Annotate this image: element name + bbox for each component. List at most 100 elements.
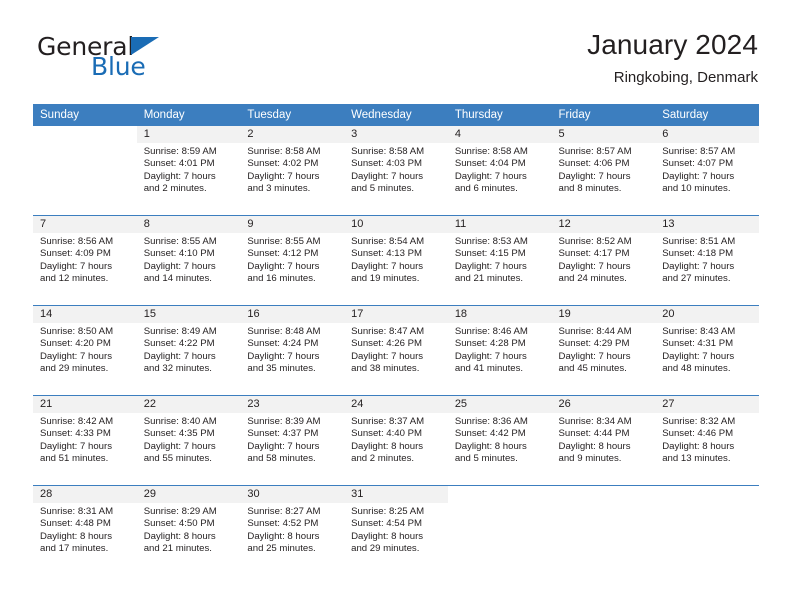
calendar-day-cell[interactable]: 30 Sunrise: 8:27 AM Sunset: 4:52 PM Dayligh… [240, 485, 345, 575]
day-cell-content [33, 126, 137, 215]
daylight-text: Daylight: 7 hours and 38 minutes. [351, 350, 424, 374]
calendar-day-cell[interactable]: 14 Sunrise: 8:50 AM Sunset: 4:20 PM Dayligh… [33, 305, 137, 396]
day-number: 13 [655, 216, 759, 233]
calendar-day-cell[interactable]: 3 Sunrise: 8:58 AM Sunset: 4:03 PM Daylight… [344, 126, 448, 216]
calendar-day-cell[interactable]: 16 Sunrise: 8:48 AM Sunset: 4:24 PM Dayligh… [240, 305, 345, 396]
day-cell-content: 27 Sunrise: 8:32 AM Sunset: 4:46 PM Dayligh… [655, 396, 759, 485]
day-cell-content: 6 Sunrise: 8:57 AM Sunset: 4:07 PM Daylight… [655, 126, 759, 215]
calendar-day-cell[interactable]: 12 Sunrise: 8:52 AM Sunset: 4:17 PM Dayligh… [551, 215, 656, 306]
day-cell-content: 13 Sunrise: 8:51 AM Sunset: 4:18 PM Dayligh… [655, 216, 759, 305]
calendar-day-cell[interactable]: 9 Sunrise: 8:55 AM Sunset: 4:12 PM Daylight… [240, 215, 345, 306]
calendar-day-cell[interactable]: 2 Sunrise: 8:58 AM Sunset: 4:02 PM Daylight… [240, 126, 345, 216]
calendar-day-cell[interactable]: 22 Sunrise: 8:40 AM Sunset: 4:35 PM Dayligh… [136, 395, 241, 486]
sunset-text: Sunset: 4:02 PM [247, 158, 319, 170]
daylight-text: Daylight: 7 hours and 27 minutes. [662, 260, 735, 284]
sunrise-text: Sunrise: 8:47 AM [351, 326, 425, 337]
sunset-text: Sunset: 4:42 PM [454, 428, 526, 440]
sunset-text: Sunset: 4:31 PM [662, 338, 734, 350]
daylight-text: Daylight: 7 hours and 35 minutes. [247, 350, 320, 374]
calendar-day-cell[interactable]: 5 Sunrise: 8:57 AM Sunset: 4:06 PM Daylight… [551, 126, 656, 216]
sunset-text: Sunset: 4:54 PM [351, 518, 423, 530]
sunset-text: Sunset: 4:04 PM [454, 158, 526, 170]
sunset-text: Sunset: 4:22 PM [143, 338, 215, 350]
calendar-day-cell[interactable]: 13 Sunrise: 8:51 AM Sunset: 4:18 PM Dayligh… [655, 215, 759, 306]
day-number: 5 [551, 126, 656, 143]
calendar-day-cell[interactable]: 23 Sunrise: 8:39 AM Sunset: 4:37 PM Dayligh… [240, 395, 345, 486]
day-number: 31 [344, 486, 448, 503]
general-blue-logo[interactable]: General Blue [33, 34, 263, 90]
calendar-day-cell[interactable]: 24 Sunrise: 8:37 AM Sunset: 4:40 PM Dayligh… [344, 395, 448, 486]
sunrise-text: Sunrise: 8:36 AM [454, 416, 528, 427]
sunset-text: Sunset: 4:29 PM [558, 338, 630, 350]
calendar-day-cell[interactable]: 19 Sunrise: 8:44 AM Sunset: 4:29 PM Dayligh… [551, 305, 656, 396]
calendar-day-cell[interactable]: 20 Sunrise: 8:43 AM Sunset: 4:31 PM Dayligh… [655, 305, 759, 396]
weekday-header-sunday: Sunday [33, 104, 137, 126]
day-cell-content: 4 Sunrise: 8:58 AM Sunset: 4:04 PM Daylight… [447, 126, 552, 215]
calendar-day-cell[interactable]: 1 Sunrise: 8:59 AM Sunset: 4:01 PM Daylight… [136, 126, 241, 216]
sunset-text: Sunset: 4:44 PM [558, 428, 630, 440]
calendar-day-cell[interactable]: 29 Sunrise: 8:29 AM Sunset: 4:50 PM Dayligh… [136, 485, 241, 575]
day-number: 10 [344, 216, 448, 233]
sunrise-text: Sunrise: 8:37 AM [351, 416, 425, 427]
sunset-text: Sunset: 4:20 PM [40, 338, 111, 350]
day-number: 26 [551, 396, 656, 413]
day-number [655, 486, 759, 503]
calendar-day-cell[interactable]: 31 Sunrise: 8:25 AM Sunset: 4:54 PM Dayligh… [344, 485, 448, 575]
calendar-day-cell[interactable]: 10 Sunrise: 8:54 AM Sunset: 4:13 PM Dayligh… [344, 215, 448, 306]
daylight-text: Daylight: 7 hours and 12 minutes. [40, 260, 112, 284]
title-block: January 2024 Ringkobing, Denmark [587, 28, 758, 88]
weekday-header-monday: Monday [136, 104, 241, 126]
calendar-day-cell[interactable]: 27 Sunrise: 8:32 AM Sunset: 4:46 PM Dayligh… [655, 395, 759, 486]
day-number: 2 [240, 126, 345, 143]
sunset-text: Sunset: 4:35 PM [143, 428, 215, 440]
sunset-text: Sunset: 4:12 PM [247, 248, 319, 260]
day-cell-content: 31 Sunrise: 8:25 AM Sunset: 4:54 PM Dayligh… [344, 486, 448, 575]
daylight-text: Daylight: 7 hours and 2 minutes. [143, 170, 216, 194]
calendar-day-cell[interactable]: 18 Sunrise: 8:46 AM Sunset: 4:28 PM Dayligh… [447, 305, 552, 396]
day-cell-content [655, 486, 759, 575]
day-number: 28 [33, 486, 137, 503]
day-number: 17 [344, 306, 448, 323]
calendar-day-cell[interactable]: 7 Sunrise: 8:56 AM Sunset: 4:09 PM Daylight… [33, 215, 137, 306]
day-cell-content: 3 Sunrise: 8:58 AM Sunset: 4:03 PM Daylight… [344, 126, 448, 215]
calendar-day-cell[interactable]: 17 Sunrise: 8:47 AM Sunset: 4:26 PM Dayligh… [344, 305, 448, 396]
sunset-text: Sunset: 4:17 PM [558, 248, 630, 260]
calendar-day-cell[interactable]: 28 Sunrise: 8:31 AM Sunset: 4:48 PM Dayligh… [33, 485, 137, 575]
daylight-text: Daylight: 7 hours and 29 minutes. [40, 350, 112, 374]
sunrise-text: Sunrise: 8:55 AM [247, 236, 321, 247]
sunrise-text: Sunrise: 8:59 AM [143, 146, 217, 157]
calendar-day-cell[interactable]: 11 Sunrise: 8:53 AM Sunset: 4:15 PM Dayligh… [447, 215, 552, 306]
day-number: 7 [33, 216, 137, 233]
calendar-day-cell[interactable]: 21 Sunrise: 8:42 AM Sunset: 4:33 PM Dayligh… [33, 395, 137, 486]
calendar-day-cell[interactable]: 26 Sunrise: 8:34 AM Sunset: 4:44 PM Dayligh… [551, 395, 656, 486]
daylight-text: Daylight: 8 hours and 9 minutes. [558, 440, 631, 464]
day-cell-content: 23 Sunrise: 8:39 AM Sunset: 4:37 PM Dayligh… [240, 396, 345, 485]
calendar-day-cell[interactable]: 6 Sunrise: 8:57 AM Sunset: 4:07 PM Daylight… [655, 126, 759, 216]
sunset-text: Sunset: 4:52 PM [247, 518, 319, 530]
sunrise-text: Sunrise: 8:40 AM [143, 416, 217, 427]
sunset-text: Sunset: 4:40 PM [351, 428, 423, 440]
calendar-day-cell[interactable]: 15 Sunrise: 8:49 AM Sunset: 4:22 PM Dayligh… [136, 305, 241, 396]
calendar-day-cell[interactable]: 25 Sunrise: 8:36 AM Sunset: 4:42 PM Dayligh… [447, 395, 552, 486]
sunset-text: Sunset: 4:06 PM [558, 158, 630, 170]
sunrise-text: Sunrise: 8:27 AM [247, 506, 321, 517]
daylight-text: Daylight: 7 hours and 19 minutes. [351, 260, 424, 284]
daylight-text: Daylight: 8 hours and 13 minutes. [662, 440, 735, 464]
calendar-day-cell[interactable]: 4 Sunrise: 8:58 AM Sunset: 4:04 PM Daylight… [447, 126, 552, 216]
day-cell-content: 5 Sunrise: 8:57 AM Sunset: 4:06 PM Daylight… [551, 126, 656, 215]
sunset-text: Sunset: 4:01 PM [143, 158, 215, 170]
calendar-header-row: Sunday Monday Tuesday Wednesday Thursday… [33, 104, 759, 126]
day-number: 9 [240, 216, 345, 233]
weekday-header-wednesday: Wednesday [344, 104, 448, 126]
sunset-text: Sunset: 4:33 PM [40, 428, 111, 440]
daylight-text: Daylight: 7 hours and 5 minutes. [351, 170, 424, 194]
sunrise-text: Sunrise: 8:58 AM [351, 146, 425, 157]
day-cell-content: 8 Sunrise: 8:55 AM Sunset: 4:10 PM Daylight… [136, 216, 241, 305]
day-number: 19 [551, 306, 656, 323]
day-cell-content: 29 Sunrise: 8:29 AM Sunset: 4:50 PM Dayligh… [136, 486, 241, 575]
day-cell-content: 18 Sunrise: 8:46 AM Sunset: 4:28 PM Dayligh… [447, 306, 552, 395]
calendar-day-cell[interactable]: 8 Sunrise: 8:55 AM Sunset: 4:10 PM Daylight… [136, 215, 241, 306]
sunrise-text: Sunrise: 8:54 AM [351, 236, 425, 247]
day-cell-content: 25 Sunrise: 8:36 AM Sunset: 4:42 PM Dayligh… [447, 396, 552, 485]
sunrise-text: Sunrise: 8:57 AM [662, 146, 736, 157]
